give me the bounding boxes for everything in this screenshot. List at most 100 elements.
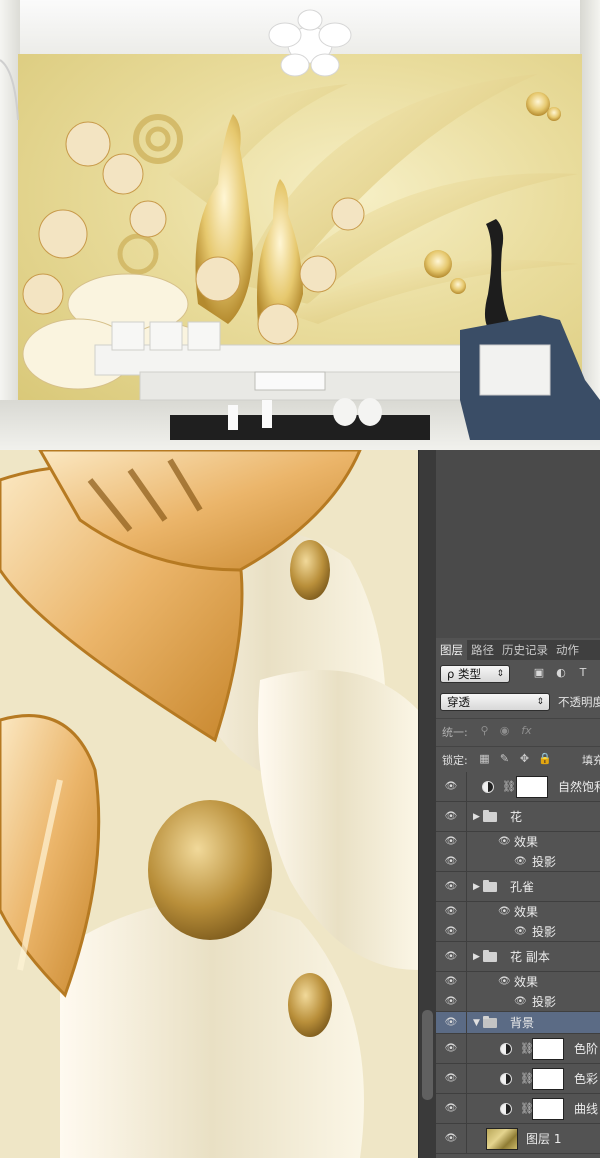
layer-effects-row[interactable]: 👁 👁 效果 [436,902,600,922]
effect-label: 投影 [532,854,557,869]
visibility-eye-icon[interactable]: 👁 [444,1103,458,1115]
adjustment-filter-icon[interactable]: ◐ [554,666,568,680]
blend-mode-select[interactable]: 穿透 ⇕ [440,693,550,711]
effects-eye-icon[interactable]: 👁 [498,906,511,918]
lock-label: 锁定: [442,754,468,767]
tab-actions[interactable]: 动作 [552,640,583,660]
visibility-eye-icon[interactable]: 👁 [444,1133,458,1145]
adjustment-layer-icon [500,1042,512,1055]
filter-kind-select[interactable]: ρ 类型 ⇕ [440,665,510,683]
zoomed-artwork [0,450,418,1158]
panel-empty-area [436,450,600,638]
visibility-eye-icon[interactable]: 👁 [444,856,458,868]
adjustment-layer-icon [500,1102,512,1115]
tab-history[interactable]: 历史记录 [498,640,552,660]
row-separator [466,992,467,1011]
vertical-scrollbar[interactable] [422,1010,433,1100]
layer-row-curves[interactable]: 👁 ⛓ 曲线 [436,1094,600,1124]
layer-row-group-peacock[interactable]: 👁 ▶ 孔雀 [436,872,600,902]
visibility-eye-icon[interactable]: 👁 [444,996,458,1008]
row-separator [466,802,467,831]
layer-mask-thumbnail[interactable] [532,1037,564,1060]
visibility-eye-icon[interactable]: 👁 [444,951,458,963]
lock-transparent-icon[interactable]: ▦ [478,752,491,765]
layer-effect-drop-shadow[interactable]: 👁 👁 投影 [436,922,600,942]
layer-effects-row[interactable]: 👁 👁 效果 [436,832,600,852]
select-arrow-icon: ⇕ [496,669,504,679]
lock-row: 锁定: ▦ ✎ ✥ 🔒 填充 [436,746,600,770]
layer-row-group-flower[interactable]: 👁 ▶ 花 [436,802,600,832]
layer-effect-drop-shadow[interactable]: 👁 👁 投影 [436,992,600,1012]
visibility-eye-icon[interactable]: 👁 [444,811,458,823]
lock-brush-icon[interactable]: ✎ [498,752,511,765]
layer-thumbnail[interactable] [486,1127,518,1150]
visibility-eye-icon[interactable]: 👁 [444,1073,458,1085]
layer-row-levels[interactable]: 👁 ⛓ 色阶 [436,1034,600,1064]
unify-style-icon[interactable]: fx [520,724,533,737]
panel-tab-bar: 图层 路径 历史记录 动作 [436,640,600,660]
unify-row: 统一: ⚲ ◉ fx [436,718,600,742]
effects-label: 效果 [514,835,539,849]
unify-position-icon[interactable]: ⚲ [478,724,491,737]
effects-label: 效果 [514,905,539,919]
effect-eye-icon[interactable]: 👁 [514,996,527,1008]
unify-label: 统一: [442,726,468,739]
expand-triangle-icon[interactable]: ▶ [473,951,480,963]
visibility-eye-icon[interactable]: 👁 [444,836,458,848]
layer-row-vibrance[interactable]: 👁 ⛓ 自然饱和 [436,772,600,802]
room-preview [0,0,600,450]
visibility-eye-icon[interactable]: 👁 [444,781,458,793]
layer-name: 花 [510,809,523,824]
unify-visibility-icon[interactable]: ◉ [498,724,511,737]
effect-eye-icon[interactable]: 👁 [514,856,527,868]
layer-mask-thumbnail[interactable] [516,775,548,798]
layer-mask-thumbnail[interactable] [532,1097,564,1120]
filter-kind-value: ρ 类型 [447,667,481,681]
collapse-triangle-icon[interactable]: ▼ [473,1017,480,1029]
effect-eye-icon[interactable]: 👁 [514,926,527,938]
layer-row-pixel-layer[interactable]: 👁 图层 1 [436,1124,600,1154]
image-filter-icon[interactable]: ▣ [532,666,546,680]
tab-layers[interactable]: 图层 [436,640,467,660]
layer-row-group-flower-copy[interactable]: 👁 ▶ 花 副本 [436,942,600,972]
effects-eye-icon[interactable]: 👁 [498,836,511,848]
open-folder-icon [483,1015,497,1028]
layer-effects-row[interactable]: 👁 👁 效果 [436,972,600,992]
layer-name: 色彩 [574,1071,599,1086]
adjustment-layer-icon [482,780,494,793]
visibility-eye-icon[interactable]: 👁 [444,976,458,988]
row-separator [466,1012,467,1033]
folder-icon [483,879,497,892]
lock-move-icon[interactable]: ✥ [518,752,531,765]
row-separator [466,942,467,971]
layers-panel: 图层 路径 历史记录 动作 ρ 类型 ⇕ ▣ ◐ T 穿透 ⇕ 不透明度 统一: ⚲… [436,450,600,1158]
visibility-eye-icon[interactable]: 👁 [444,906,458,918]
panel-gutter [418,450,436,1158]
visibility-eye-icon[interactable]: 👁 [444,926,458,938]
row-separator [466,1124,467,1153]
effects-label: 效果 [514,975,539,989]
folder-icon [483,949,497,962]
tab-paths[interactable]: 路径 [467,640,498,660]
effects-eye-icon[interactable]: 👁 [498,976,511,988]
layer-row-group-background[interactable]: 👁 ▼ 背景 [436,1012,600,1034]
visibility-eye-icon[interactable]: 👁 [444,1017,458,1029]
row-separator [466,1064,467,1093]
row-separator [466,972,467,992]
folder-icon [483,809,497,822]
canvas-zoom-view[interactable] [0,450,418,1158]
visibility-eye-icon[interactable]: 👁 [444,881,458,893]
row-separator [466,902,467,922]
type-filter-icon[interactable]: T [576,666,590,680]
row-separator [466,832,467,852]
layer-name: 孔雀 [510,879,535,894]
expand-triangle-icon[interactable]: ▶ [473,811,480,823]
visibility-eye-icon[interactable]: 👁 [444,1043,458,1055]
layer-name: 背景 [510,1015,535,1030]
layer-mask-thumbnail[interactable] [532,1067,564,1090]
layer-row-color-balance[interactable]: 👁 ⛓ 色彩 [436,1064,600,1094]
layer-name: 图层 1 [526,1131,562,1146]
lock-all-icon[interactable]: 🔒 [538,752,552,765]
expand-triangle-icon[interactable]: ▶ [473,881,480,893]
layer-effect-drop-shadow[interactable]: 👁 👁 投影 [436,852,600,872]
